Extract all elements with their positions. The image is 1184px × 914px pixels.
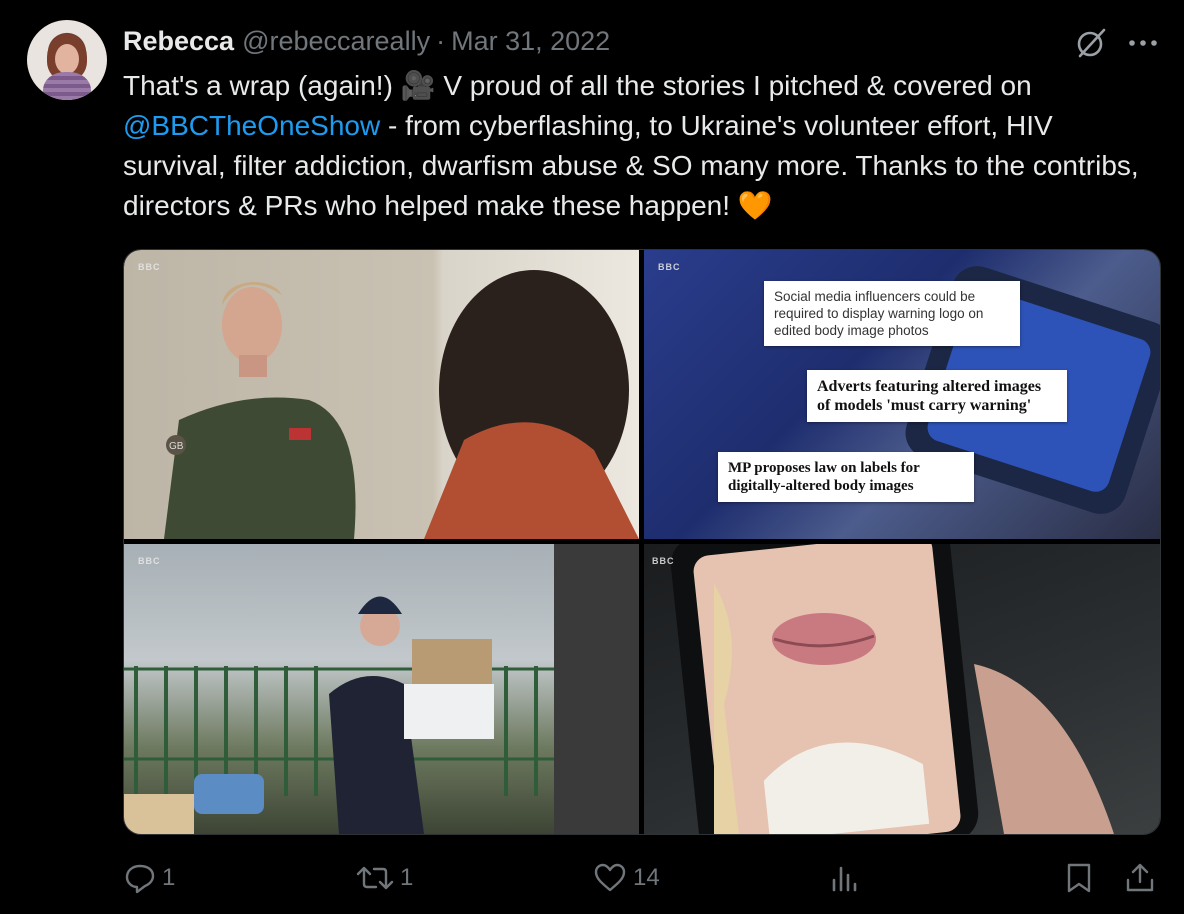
media-image-1[interactable]: BBC GB [124,250,639,539]
grok-icon[interactable] [1074,26,1108,60]
image-1-scene: GB [164,270,639,539]
like-button[interactable]: 14 [593,862,660,894]
bbc-watermark: BBC [652,556,675,566]
views-icon [830,862,860,894]
author-name[interactable]: Rebecca [123,26,234,57]
share-button[interactable] [1125,862,1155,894]
reply-button[interactable]: 1 [124,862,175,894]
tweet-text: That's a wrap (again!) 🎥 V proud of all … [123,66,1163,226]
share-icon [1125,862,1155,894]
reply-icon [124,862,156,894]
tweet-header: Rebecca @rebeccareally · Mar 31, 2022 [123,26,610,56]
caption-adverts: Adverts featuring altered images of mode… [807,370,1067,422]
more-icon[interactable] [1128,38,1158,48]
separator: · [436,25,446,56]
retweet-icon [356,862,394,894]
image-3-scene [124,544,639,834]
bookmark-button[interactable] [1066,862,1092,894]
avatar-body [43,72,91,100]
media-image-4[interactable]: BBC [644,544,1160,834]
like-icon [593,862,627,894]
bbc-watermark: BBC [138,262,161,272]
top-actions [1074,26,1158,60]
media-image-2[interactable]: BBC Social media influencers could be re… [644,250,1160,539]
media-grid[interactable]: BBC GB BBC Social media influencers coul… [123,249,1161,835]
retweet-button[interactable]: 1 [356,862,413,894]
tweet-text-part1: That's a wrap (again!) 🎥 V proud of all … [123,70,1032,101]
caption-influencers: Social media influencers could be requir… [764,281,1020,346]
avatar[interactable] [27,20,107,100]
reply-count: 1 [162,864,176,891]
avatar-face [55,44,79,74]
retweet-count: 1 [400,864,414,891]
action-bar: 1 1 14 [0,862,1184,898]
mention-link[interactable]: @BBCTheOneShow [123,110,380,141]
tweet-date[interactable]: Mar 31, 2022 [451,26,610,57]
views-button[interactable] [830,862,860,894]
bookmark-icon [1066,862,1092,894]
like-count: 14 [633,864,660,891]
caption-mp-proposes: MP proposes law on labels for digitally-… [718,452,974,502]
author-handle[interactable]: @rebeccareally [242,26,430,57]
image-4-scene [670,544,1114,834]
bbc-watermark: BBC [138,556,161,566]
gb-patch: GB [169,441,184,452]
media-image-3[interactable]: BBC [124,544,639,834]
